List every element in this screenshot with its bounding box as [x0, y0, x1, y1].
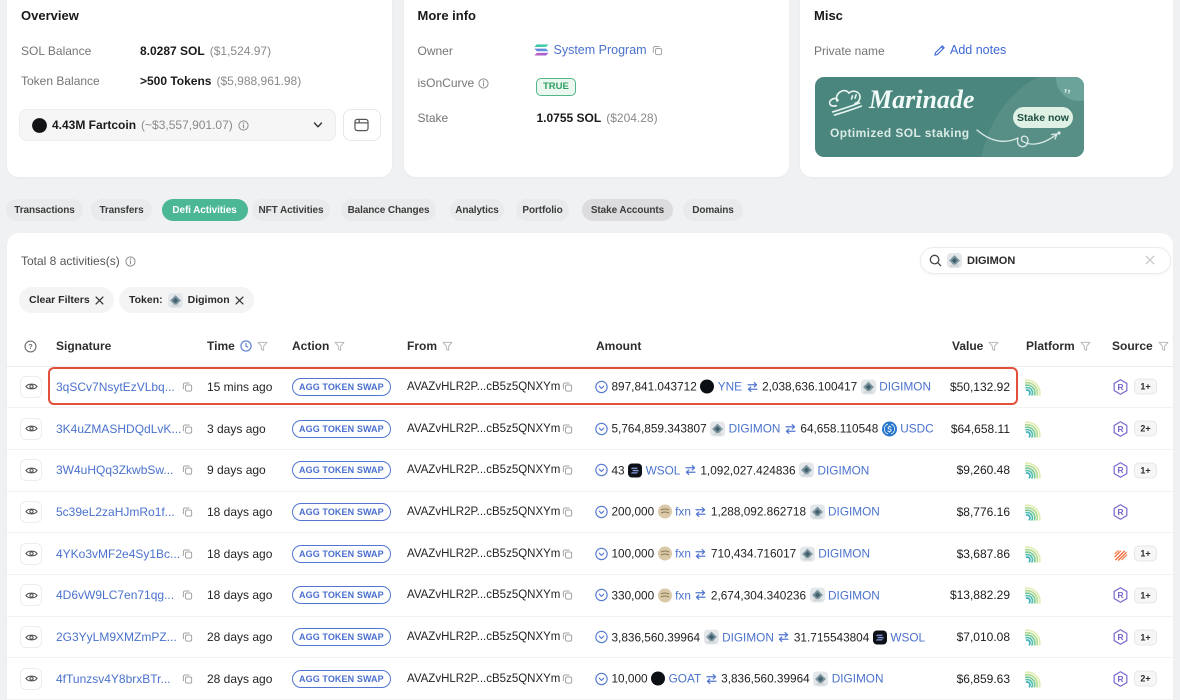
svg-text:R: R: [1118, 382, 1124, 392]
svg-text:?: ?: [28, 342, 33, 351]
svg-text:R: R: [1118, 507, 1124, 517]
svg-text:R: R: [1118, 632, 1124, 642]
svg-text:R: R: [1118, 465, 1124, 475]
svg-text:R: R: [1118, 591, 1124, 601]
svg-text:R: R: [1118, 674, 1124, 684]
svg-text:R: R: [1118, 424, 1124, 434]
